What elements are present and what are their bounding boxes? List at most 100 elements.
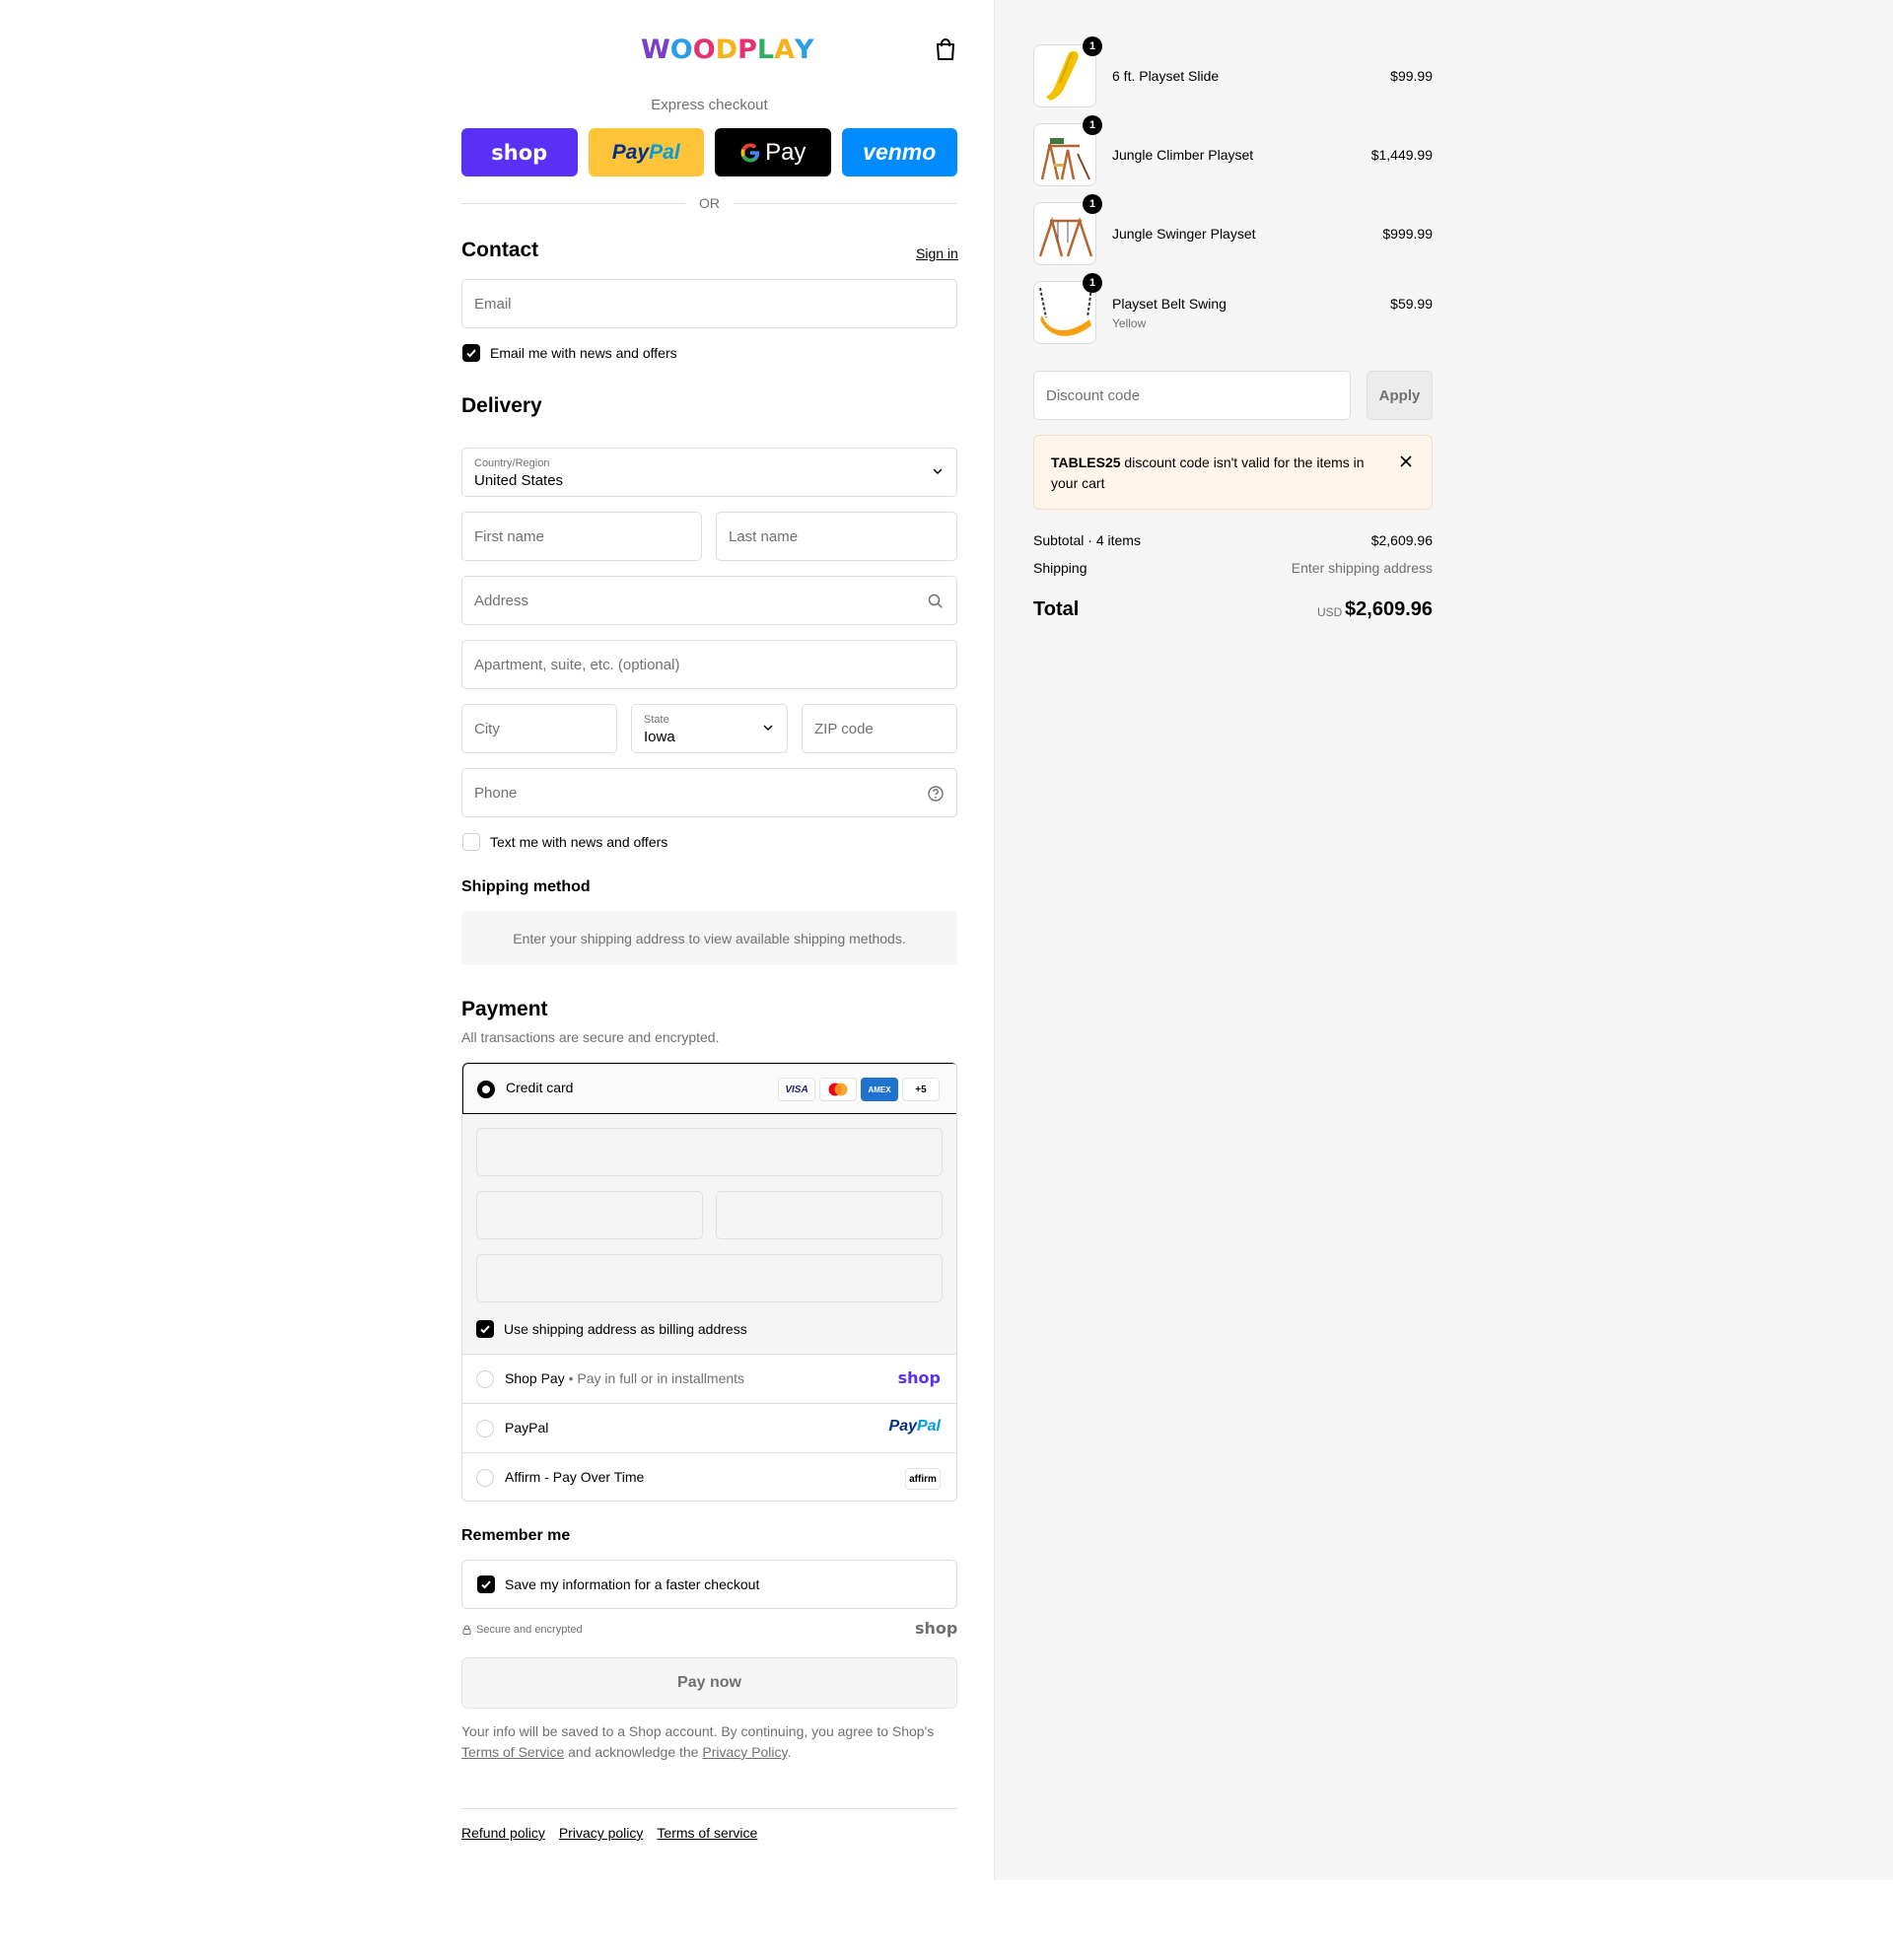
lock-icon	[462, 1625, 471, 1635]
visa-icon: VISA	[778, 1078, 815, 1101]
radio-unselected-icon	[476, 1370, 494, 1388]
mastercard-icon	[819, 1078, 857, 1101]
shipping-method-note: Enter your shipping address to view avai…	[461, 911, 957, 965]
cart-item: 1 Jungle Climber Playset $1,449.99	[1033, 115, 1433, 186]
paypal-express-button[interactable]: Pay Pal	[588, 128, 704, 176]
sign-in-link[interactable]: Sign in	[916, 245, 958, 261]
checkbox-checked-icon	[477, 1575, 495, 1593]
paypal-logo: PayPal	[888, 1418, 941, 1435]
shopping-bag-icon[interactable]	[935, 37, 956, 61]
remember-me-box: Save my information for a faster checkou…	[461, 1560, 957, 1609]
quantity-badge: 1	[1083, 36, 1102, 56]
total-label: Total	[1033, 598, 1080, 620]
credit-card-option[interactable]: Credit card VISA AMEX +5	[462, 1063, 956, 1114]
email-field[interactable]: Email	[461, 279, 957, 328]
payment-heading: Payment	[461, 998, 548, 1020]
apartment-field[interactable]: Apartment, suite, etc. (optional)	[461, 640, 957, 689]
card-expiry-field[interactable]	[476, 1191, 703, 1239]
remember-me-heading: Remember me	[461, 1527, 571, 1544]
card-security-code-field[interactable]	[716, 1191, 943, 1239]
checkbox-unchecked-icon	[462, 833, 480, 851]
email-news-checkbox[interactable]: Email me with news and offers	[462, 344, 677, 362]
quantity-badge: 1	[1083, 273, 1102, 293]
logo-letter: P	[737, 35, 757, 65]
google-pay-express-button[interactable]: Pay	[715, 128, 831, 176]
shipping-method-heading: Shipping method	[461, 878, 591, 895]
item-name: 6 ft. Playset Slide	[1112, 68, 1220, 84]
discount-warning-text: TABLES25 discount code isn't valid for t…	[1051, 455, 1365, 491]
quantity-badge: 1	[1083, 115, 1102, 135]
payment-subtitle: All transactions are secure and encrypte…	[461, 1029, 720, 1045]
refund-policy-link[interactable]: Refund policy	[461, 1825, 545, 1841]
chevron-down-icon	[763, 725, 773, 731]
amex-icon: AMEX	[861, 1078, 898, 1101]
discount-warning-banner: TABLES25 discount code isn't valid for t…	[1033, 435, 1433, 510]
apply-discount-button[interactable]: Apply	[1367, 371, 1433, 420]
close-icon[interactable]	[1398, 454, 1414, 469]
radio-unselected-icon	[476, 1420, 494, 1437]
radio-selected-icon	[477, 1081, 495, 1098]
shop-logo: shop	[915, 1619, 958, 1638]
secure-note: Secure and encrypted	[462, 1624, 583, 1636]
item-price: $999.99	[1382, 226, 1433, 242]
express-checkout-buttons: shop Pay Pal Pay venmo	[461, 128, 957, 176]
save-info-checkbox[interactable]: Save my information for a faster checkou…	[477, 1575, 759, 1593]
card-number-field[interactable]	[476, 1128, 943, 1176]
country-select[interactable]: Country/Region United States	[461, 448, 957, 497]
zip-code-field[interactable]: ZIP code	[802, 704, 957, 753]
logo-letter: W	[641, 35, 670, 65]
card-name-field[interactable]	[476, 1254, 943, 1302]
paypal-option[interactable]: PayPal PayPal	[462, 1403, 956, 1452]
logo-letter: A	[774, 35, 796, 65]
logo-letter: O	[669, 35, 693, 65]
item-price: $1,449.99	[1370, 147, 1433, 163]
credit-card-form: Use shipping address as billing address	[462, 1114, 956, 1354]
item-name: Jungle Climber Playset	[1112, 147, 1254, 163]
shop-pay-express-button[interactable]: shop	[461, 128, 578, 176]
billing-address-checkbox[interactable]: Use shipping address as billing address	[476, 1320, 747, 1338]
text-news-checkbox[interactable]: Text me with news and offers	[462, 833, 667, 851]
google-g-icon	[740, 143, 760, 162]
cart-item: 1 Playset Belt Swing Yellow $59.99	[1033, 273, 1433, 344]
phone-field[interactable]: Phone	[461, 768, 957, 817]
cart-item: 1 6 ft. Playset Slide $99.99	[1033, 36, 1433, 107]
shop-pay-logo: shop	[897, 1368, 941, 1387]
shop-privacy-link[interactable]: Privacy Policy	[702, 1744, 787, 1760]
shop-pay-option[interactable]: Shop Pay • Pay in full or in installment…	[462, 1354, 956, 1403]
shipping-row: Shipping Enter shipping address	[1033, 560, 1433, 576]
or-divider: OR	[461, 193, 957, 213]
discount-code-field[interactable]: Discount code	[1033, 371, 1351, 420]
footer-divider	[461, 1808, 957, 1809]
logo-letter: D	[715, 35, 738, 65]
terms-of-service-link[interactable]: Terms of service	[657, 1825, 757, 1841]
address-field[interactable]: Address	[461, 576, 957, 625]
footer-links: Refund policy Privacy policy Terms of se…	[461, 1825, 757, 1841]
venmo-express-button[interactable]: venmo	[841, 128, 957, 176]
city-field[interactable]: City	[461, 704, 617, 753]
payment-methods: Credit card VISA AMEX +5 Use shipping ad…	[461, 1062, 957, 1502]
logo-letter: Y	[795, 35, 814, 65]
item-variant: Yellow	[1112, 316, 1147, 330]
subtotal-row: Subtotal · 4 items $2,609.96	[1033, 532, 1433, 548]
last-name-field[interactable]: Last name	[716, 512, 957, 561]
total-value: $2,609.96	[1345, 598, 1433, 620]
help-icon[interactable]	[927, 785, 945, 803]
cart-item: 1 Jungle Swinger Playset $999.99	[1033, 194, 1433, 265]
more-cards-badge: +5	[902, 1078, 940, 1101]
woodplay-logo[interactable]: WOODPLAY	[641, 35, 814, 65]
logo-letter: L	[756, 35, 775, 65]
pay-now-button[interactable]: Pay now	[461, 1657, 957, 1709]
first-name-field[interactable]: First name	[461, 512, 702, 561]
radio-unselected-icon	[476, 1469, 494, 1487]
checkbox-checked-icon	[476, 1320, 494, 1338]
item-name: Jungle Swinger Playset	[1112, 226, 1256, 242]
total-currency: USD	[1317, 605, 1343, 619]
legal-text: Your info will be saved to a Shop accoun…	[461, 1723, 935, 1760]
privacy-policy-link[interactable]: Privacy policy	[559, 1825, 644, 1841]
state-select[interactable]: State Iowa	[631, 704, 788, 753]
quantity-badge: 1	[1083, 194, 1102, 214]
express-checkout-label: Express checkout	[651, 97, 768, 113]
affirm-option[interactable]: Affirm - Pay Over Time affirm	[462, 1452, 956, 1501]
shop-terms-link[interactable]: Terms of Service	[461, 1744, 564, 1760]
chevron-down-icon	[933, 468, 943, 474]
